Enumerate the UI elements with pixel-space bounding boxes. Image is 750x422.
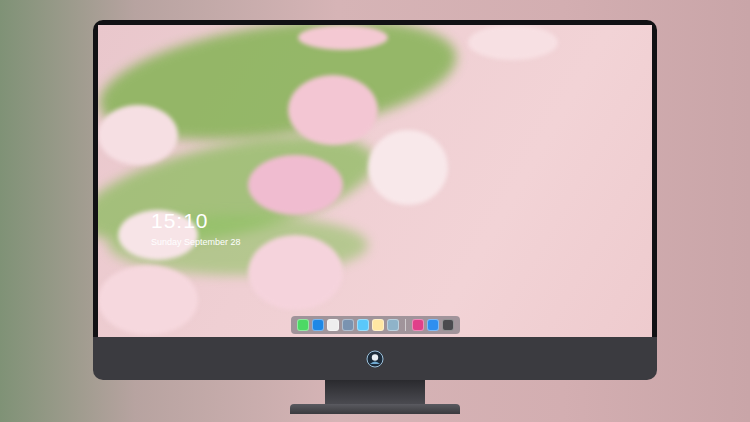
screen: 15:10 Sunday September 28 (98, 25, 652, 337)
dock-app-icon[interactable] (427, 319, 439, 331)
wallpaper-photo (98, 25, 652, 337)
dock-area (98, 316, 652, 334)
dock (291, 316, 460, 334)
brand-logo-icon (366, 350, 384, 368)
monitor-bezel: 15:10 Sunday September 28 (93, 20, 657, 337)
dock-app-icon[interactable] (372, 319, 384, 331)
lock-time: 15:10 (151, 209, 241, 233)
dock-separator (405, 319, 406, 331)
monitor-stand-base (290, 404, 460, 414)
dock-app-icon[interactable] (297, 319, 309, 331)
dock-app-icon[interactable] (412, 319, 424, 331)
dock-app-icon[interactable] (342, 319, 354, 331)
dock-app-icon[interactable] (387, 319, 399, 331)
dock-app-icon[interactable] (442, 319, 454, 331)
lock-clock: 15:10 Sunday September 28 (151, 209, 241, 248)
monitor-stand-neck (325, 380, 425, 404)
monitor: 15:10 Sunday September 28 (93, 20, 657, 414)
dock-app-icon[interactable] (312, 319, 324, 331)
dock-app-icon[interactable] (327, 319, 339, 331)
dock-app-icon[interactable] (357, 319, 369, 331)
monitor-chin (93, 337, 657, 380)
scene: 15:10 Sunday September 28 (0, 0, 750, 422)
lock-date: Sunday September 28 (151, 236, 241, 248)
